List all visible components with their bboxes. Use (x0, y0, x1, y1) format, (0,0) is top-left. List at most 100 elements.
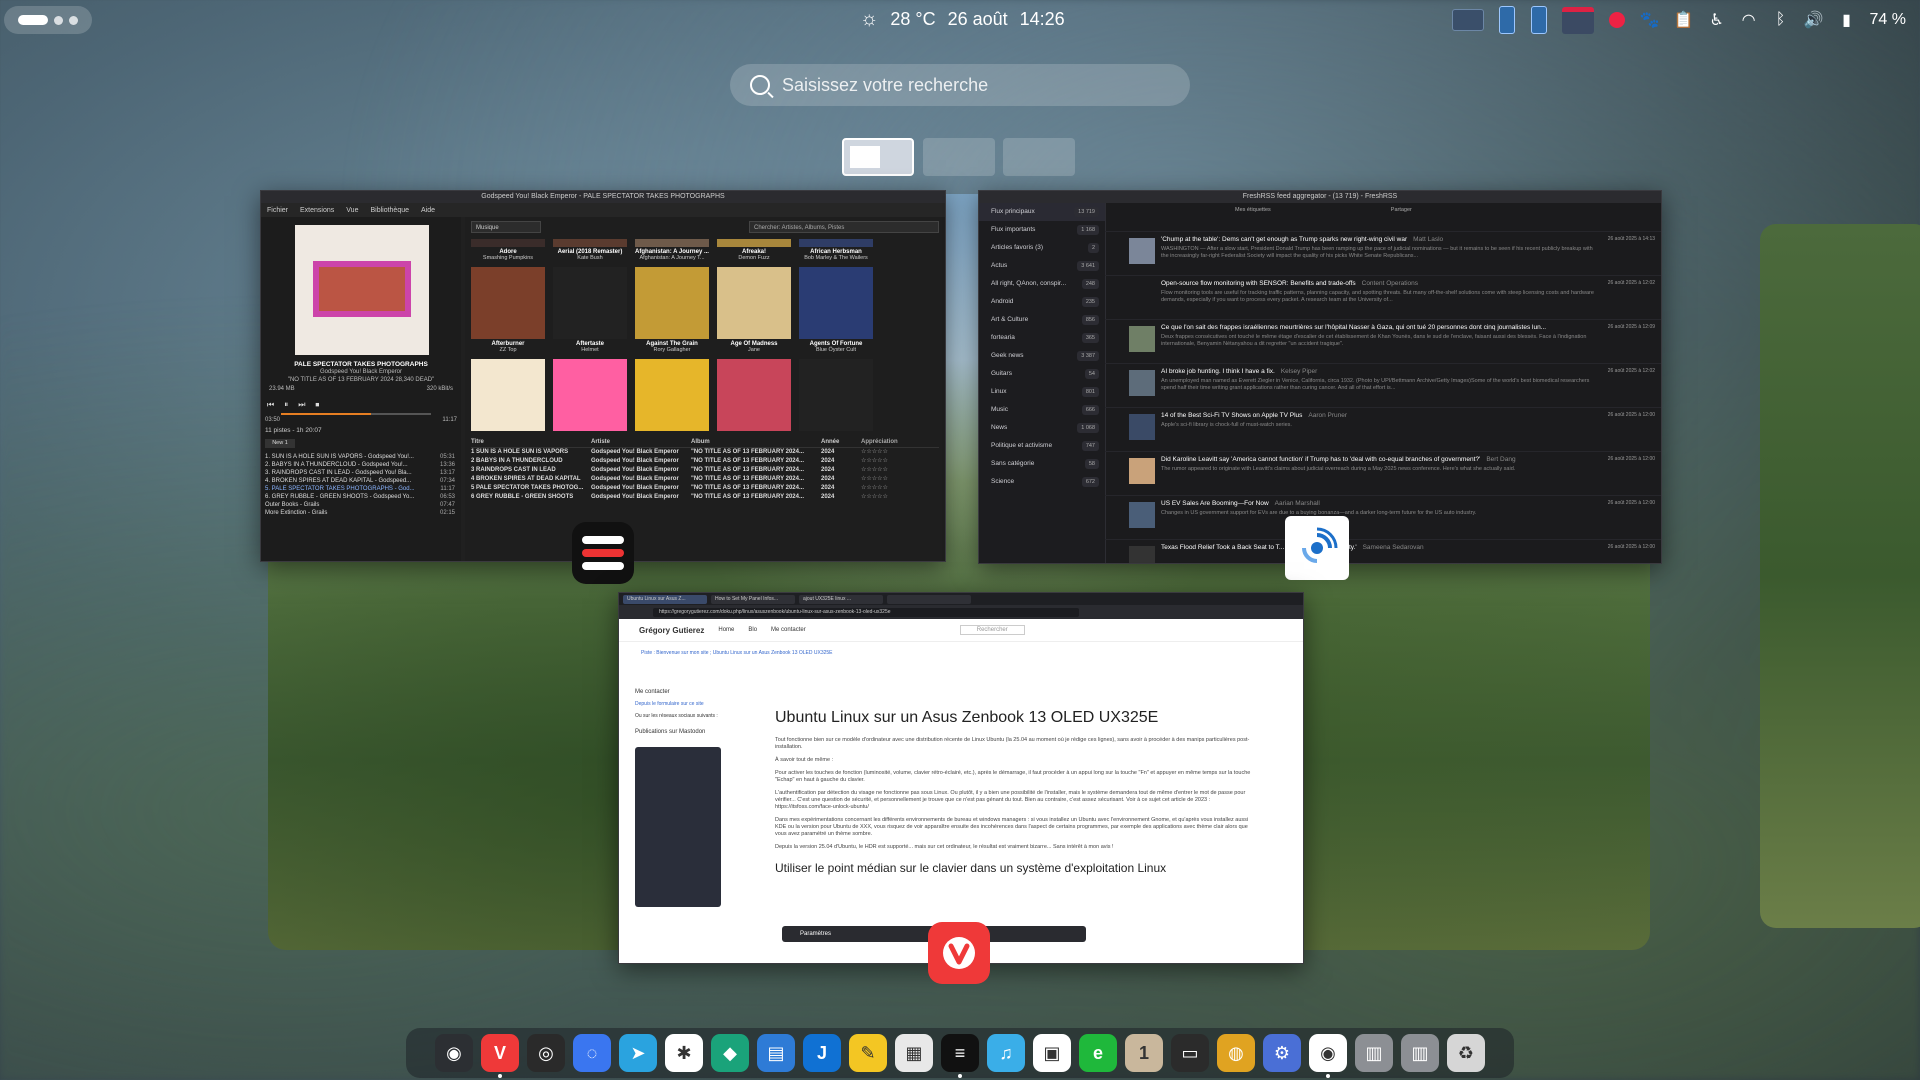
my-labels-button[interactable]: Mes étiquettes (1235, 207, 1271, 213)
feed-item[interactable]: Guitars 54 (979, 365, 1105, 383)
rating-stars[interactable]: ☆☆☆☆☆ (861, 484, 931, 493)
column-header[interactable]: Artiste (591, 437, 691, 447)
browser-tab[interactable]: ajout UX325E linux ... (799, 594, 883, 604)
article-row[interactable]: AI broke job hunting. I think I have a f… (1105, 363, 1661, 404)
playlist-item[interactable]: 06:53 6. GREY RUBBLE - GREEN SHOOTS - God… (265, 493, 455, 501)
updates-icon[interactable]: 1 (1125, 1034, 1163, 1072)
phone2-icon[interactable] (1530, 6, 1548, 34)
pause-icon[interactable]: ⏸ (284, 400, 288, 410)
playlist-item[interactable]: 05:31 1. SUN IS A HOLE SUN IS VAPORS - Go… (265, 453, 455, 461)
menu-item[interactable]: Extensions (300, 207, 334, 214)
feed-item[interactable]: Politique et activisme 747 (979, 437, 1105, 455)
vivaldi-icon[interactable]: V (481, 1034, 519, 1078)
workspace-thumbnail-1[interactable] (842, 138, 914, 176)
table-row[interactable]: 4 BROKEN SPIRES AT DEAD KAPITAL Godspeed … (471, 475, 939, 484)
files-icon[interactable]: ▥ (1355, 1034, 1393, 1072)
album-tile[interactable] (799, 359, 873, 433)
playlist-item[interactable]: 07:47 Outer Books - Grails (265, 501, 455, 509)
column-header[interactable]: Appréciation (861, 437, 931, 447)
playlist-item[interactable]: 07:34 4. BROKEN SPIRES AT DEAD KAPITAL - … (265, 477, 455, 485)
browser-tab[interactable]: How to Set My Panel Infos... (711, 594, 795, 604)
article-row[interactable]: 'Chump at the table': Dems can't get eno… (1105, 231, 1661, 272)
table-row[interactable]: 1 SUN IS A HOLE SUN IS VAPORS Godspeed Yo… (471, 448, 939, 457)
playlist-item[interactable]: 13:36 2. BABYS IN A THUNDERCLOUD - Godspe… (265, 461, 455, 469)
library-dropdown[interactable]: Musique (471, 221, 541, 233)
next-workspace-preview[interactable] (1760, 224, 1920, 928)
slack-icon[interactable]: ✱ (665, 1034, 703, 1072)
menu-item[interactable]: Vue (346, 207, 358, 214)
article-row[interactable]: Ce que l'on sait des frappes israélienne… (1105, 319, 1661, 360)
screen-icon[interactable] (1451, 8, 1484, 32)
feed-item[interactable]: Sans catégorie 58 (979, 455, 1105, 473)
accessibility-icon[interactable]: ♿ (1708, 8, 1726, 32)
article-row[interactable]: 14 of the Best Sci-Fi TV Shows on Apple … (1105, 407, 1661, 448)
freshrss-window[interactable]: FreshRSS feed aggregator - (13 719) - Fr… (978, 190, 1662, 564)
album-tile[interactable] (553, 359, 627, 433)
column-header[interactable]: Titre (471, 437, 591, 447)
feed-item[interactable]: Flux principaux 13 719 (979, 203, 1105, 221)
rating-stars[interactable]: ☆☆☆☆☆ (861, 493, 931, 502)
volume-icon[interactable]: 🔊 (1804, 8, 1824, 32)
telegram-icon[interactable]: ➤ (619, 1034, 657, 1072)
article-row[interactable]: Texas Flood Relief Took a Back Seat to T… (1105, 539, 1661, 563)
freshrss-icon[interactable]: ◉ (1309, 1034, 1347, 1078)
album-tile[interactable]: Afghanistan: A Journey ... Afghanistan: A… (635, 239, 709, 261)
feed-item[interactable]: Art & Culture 856 (979, 311, 1105, 329)
column-header[interactable]: Année (821, 437, 861, 447)
music-icon[interactable]: ♫ (987, 1034, 1025, 1072)
workspace-thumbnail-2[interactable] (923, 138, 995, 176)
feed-item[interactable]: Geek news 3 387 (979, 347, 1105, 365)
clock[interactable]: ☼ 28 °C 26 août 14:26 (860, 8, 1065, 31)
feed-item[interactable]: Science 672 (979, 473, 1105, 491)
rating-stars[interactable]: ☆☆☆☆☆ (861, 475, 931, 484)
feed-item[interactable]: News 1 068 (979, 419, 1105, 437)
music-player-icon[interactable]: ≡ (941, 1034, 979, 1078)
album-tile[interactable]: Afterburner ZZ Top (471, 267, 545, 353)
menu-item[interactable]: Aide (421, 207, 435, 214)
battery-icon[interactable]: ▮ (1838, 8, 1856, 32)
feed-item[interactable]: Actus 3 641 (979, 257, 1105, 275)
feed-item[interactable]: Music 666 (979, 401, 1105, 419)
obs-icon[interactable]: ◎ (527, 1034, 565, 1072)
album-tile[interactable]: Afreaka! Demon Fuzz (717, 239, 791, 261)
url-field[interactable]: https://gregorygutierez.com/doku.php/lin… (653, 607, 1079, 617)
next-icon[interactable]: ⏭ (298, 400, 305, 410)
control-center-icon[interactable]: ⚙ (1263, 1034, 1301, 1072)
trash-icon[interactable]: ♻ (1447, 1034, 1485, 1072)
feed-item[interactable]: Android 235 (979, 293, 1105, 311)
album-tile[interactable]: African Herbsman Bob Marley & The Wailers (799, 239, 873, 261)
libreoffice-writer-icon[interactable]: ▤ (757, 1034, 795, 1072)
mastodon-client-icon[interactable]: ◆ (711, 1034, 749, 1072)
pets-icon[interactable]: 🐾 (1640, 8, 1660, 32)
site-name[interactable]: Grégory Gutierez (639, 626, 704, 635)
table-row[interactable]: 5 PALE SPECTATOR TAKES PHOTOG... Godspeed… (471, 484, 939, 493)
playlist-item[interactable]: 11:17 5. PALE SPECTATOR TAKES PHOTOGRAPHS… (265, 485, 455, 493)
joplin-icon[interactable]: J (803, 1034, 841, 1072)
album-tile[interactable]: Agents Of Fortune Blue Öyster Cult (799, 267, 873, 353)
album-tile[interactable] (471, 359, 545, 433)
stop-icon[interactable]: ⏹ (315, 400, 319, 410)
playlist-tab[interactable]: New 1 (265, 439, 295, 448)
site-search-input[interactable]: Rechercher (959, 625, 1025, 635)
feed-item[interactable]: All right, QAnon, conspir... 248 (979, 275, 1105, 293)
feed-item[interactable]: Articles favoris (3) 2 (979, 239, 1105, 257)
media-play-icon[interactable] (1608, 8, 1626, 32)
browser-tab[interactable] (887, 594, 971, 604)
nav-contact[interactable]: Me contacter (771, 627, 806, 633)
feed-item[interactable]: fortearia 365 (979, 329, 1105, 347)
album-tile[interactable]: Adore Smashing Pumpkins (471, 239, 545, 261)
previous-icon[interactable]: ⏮ (267, 400, 274, 410)
album-tile[interactable]: Age Of Madness Jane (717, 267, 791, 353)
search-input[interactable]: Saisissez votre recherche (730, 64, 1190, 106)
column-header[interactable]: Album (691, 437, 821, 447)
article-row[interactable]: Did Karoline Leavitt say 'America cannot… (1105, 451, 1661, 492)
browser-tab[interactable]: Ubuntu Linux sur Asus Z... (623, 594, 707, 604)
ubuntu-launcher-icon[interactable]: ◉ (435, 1034, 473, 1072)
album-tile[interactable] (717, 359, 791, 433)
flashcards-icon[interactable]: ▦ (895, 1034, 933, 1072)
vivaldi-window[interactable]: Ubuntu Linux sur Asus Z... How to Set My … (618, 592, 1304, 964)
activities-button[interactable] (4, 6, 92, 34)
rating-stars[interactable]: ☆☆☆☆☆ (861, 457, 931, 466)
workspace-thumbnail-3[interactable] (1003, 138, 1075, 176)
table-row[interactable]: 6 GREY RUBBLE - GREEN SHOOTS Godspeed You… (471, 493, 939, 502)
